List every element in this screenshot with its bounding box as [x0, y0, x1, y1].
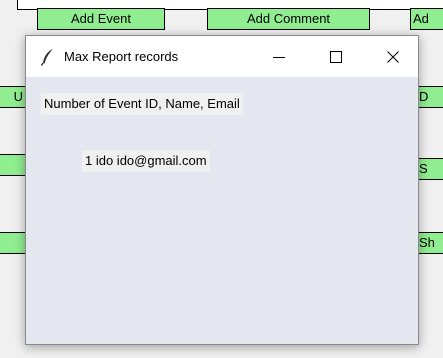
- maximize-icon: [330, 50, 342, 63]
- title-bar[interactable]: Max Report records: [26, 36, 418, 77]
- left-clipped-button-1[interactable]: U: [0, 86, 26, 108]
- right-clipped-label-2: S: [419, 161, 428, 176]
- close-icon: [387, 50, 399, 63]
- add-event-button[interactable]: Add Event: [37, 8, 165, 30]
- max-report-window: Max Report records Number of Event ID, N…: [25, 35, 419, 345]
- close-button[interactable]: [370, 36, 416, 77]
- add-clipped-label: Ad: [413, 11, 429, 26]
- minimize-button[interactable]: [256, 36, 302, 77]
- add-comment-label: Add Comment: [246, 11, 331, 26]
- maximize-button[interactable]: [313, 36, 359, 77]
- right-clipped-button-3[interactable]: Sh: [416, 232, 443, 254]
- window-title: Max Report records: [64, 49, 179, 64]
- left-clipped-button-2[interactable]: [0, 154, 26, 176]
- minimize-icon: [273, 56, 285, 58]
- right-clipped-label-1: D: [419, 89, 429, 104]
- add-comment-button[interactable]: Add Comment: [207, 8, 370, 30]
- add-clipped-button[interactable]: Ad: [410, 8, 443, 30]
- right-clipped-label-3: Sh: [419, 235, 435, 250]
- left-clipped-label-1: U: [13, 89, 23, 104]
- report-header-label: Number of Event ID, Name, Email: [41, 93, 243, 115]
- desktop: Add Event Add Comment Ad U D S Sh Max Re…: [0, 0, 443, 358]
- report-record-label: 1 ido ido@gmail.com: [82, 150, 210, 172]
- right-clipped-button-1[interactable]: D: [416, 86, 443, 108]
- left-clipped-button-3[interactable]: [0, 232, 26, 254]
- right-clipped-button-2[interactable]: S: [416, 158, 443, 180]
- feather-icon: [40, 49, 53, 66]
- add-event-label: Add Event: [71, 11, 131, 26]
